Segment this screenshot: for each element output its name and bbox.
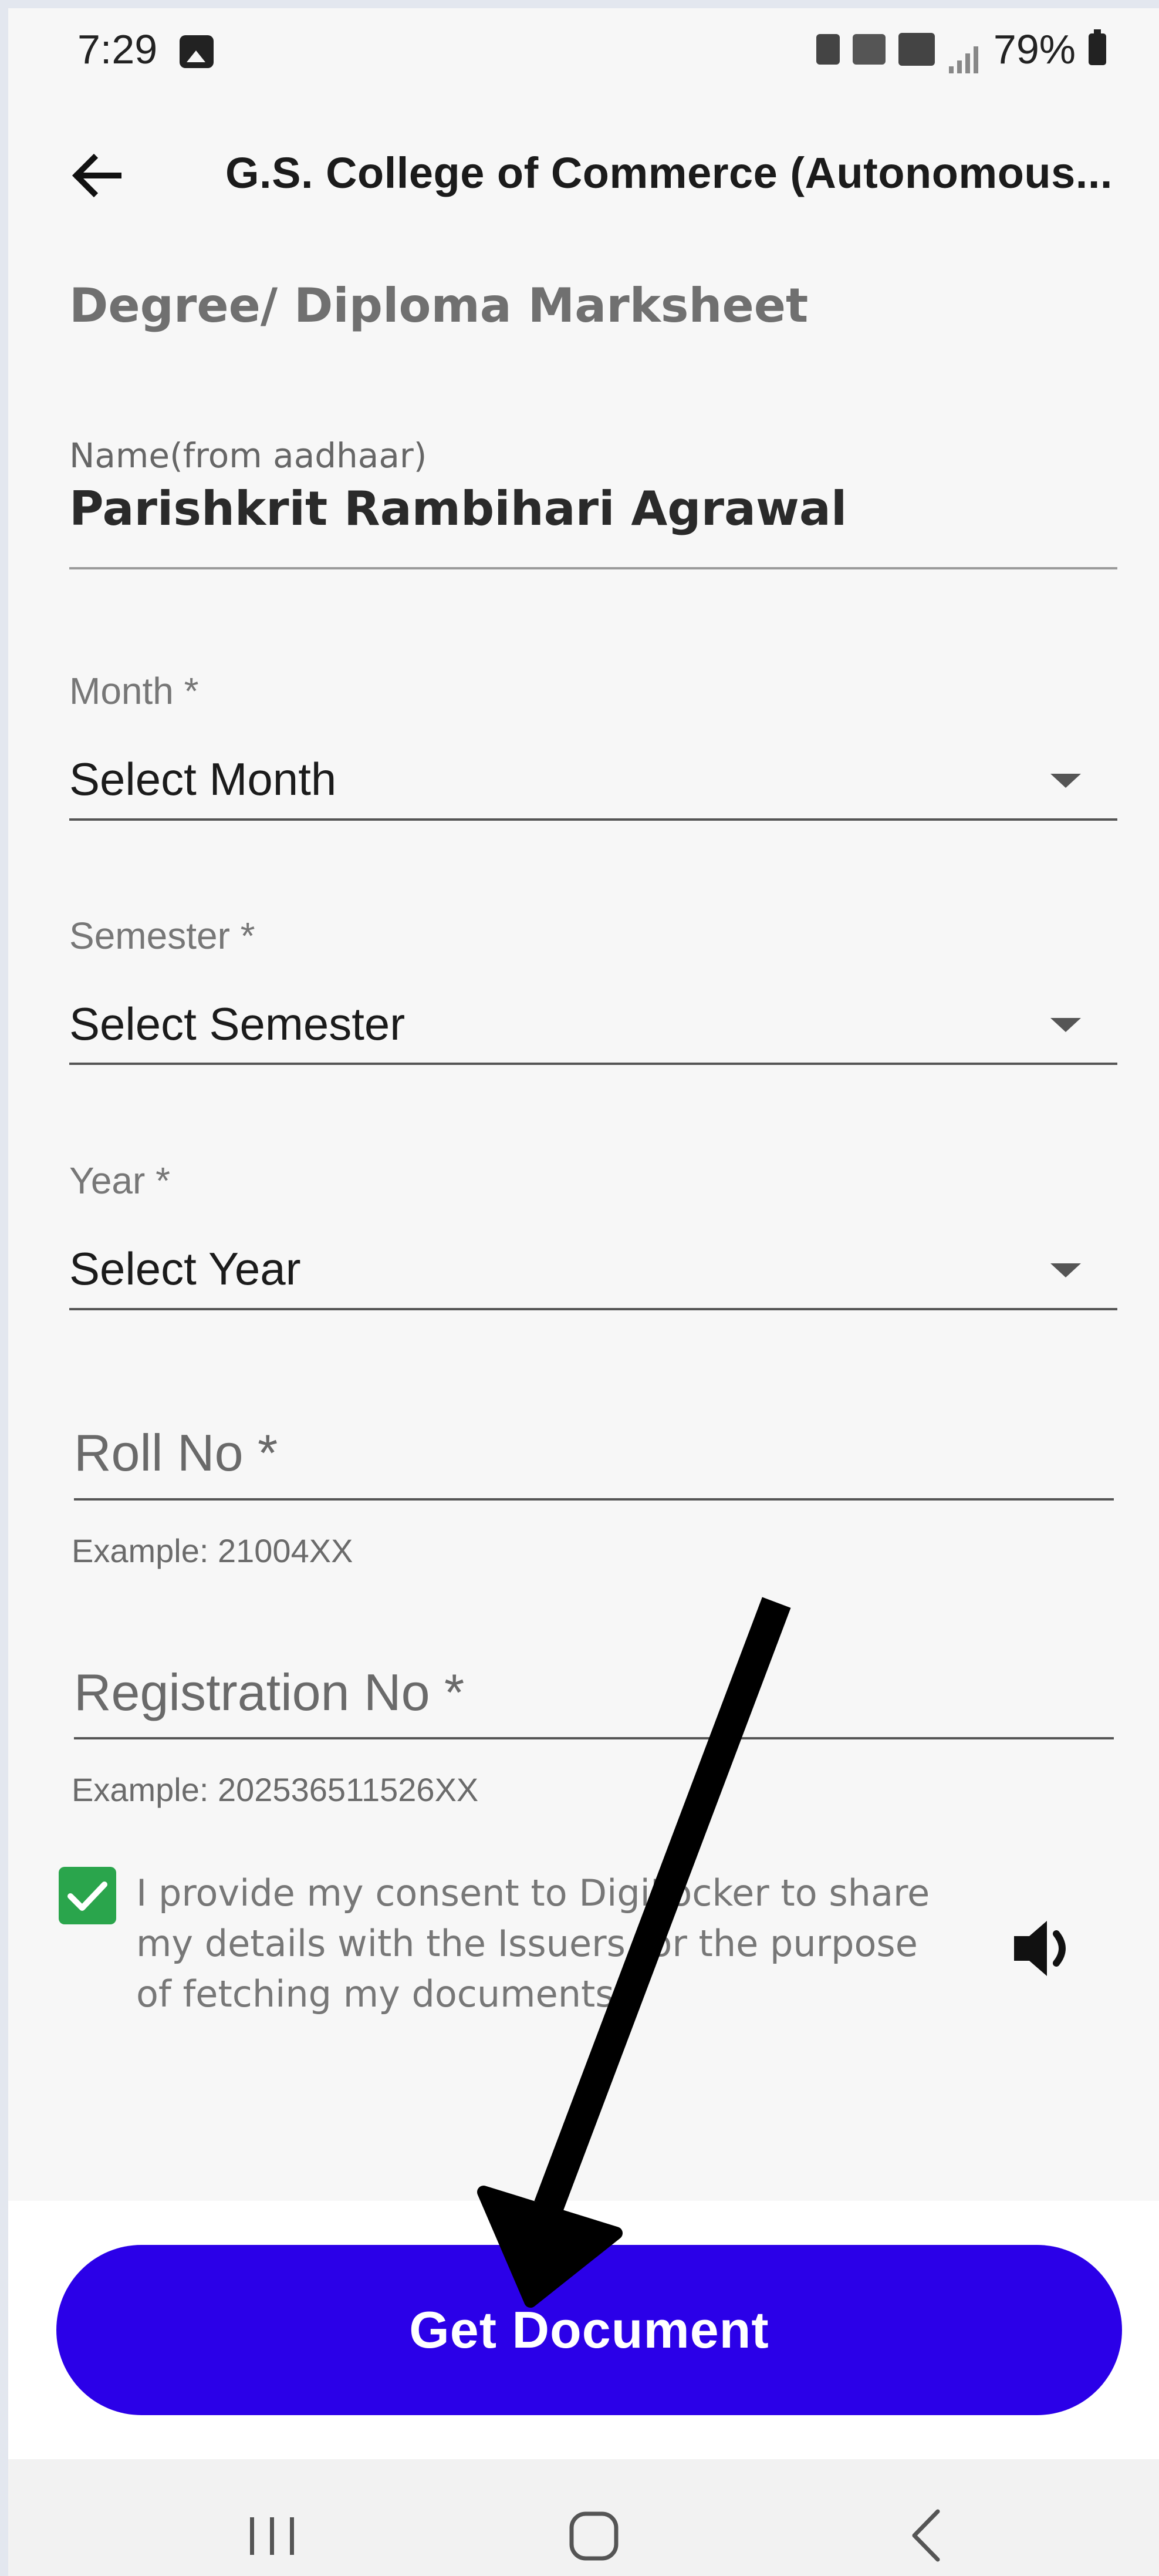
registration-no-underline [74,1737,1114,1739]
name-value: Parishkrit Rambihari Agrawal [69,481,847,536]
chevron-down-icon[interactable] [1050,774,1081,788]
month-underline [69,818,1117,821]
home-icon[interactable] [565,2507,623,2565]
sim-icon [816,34,840,65]
name-caption: Name(from aadhaar) [69,436,427,476]
get-document-button[interactable]: Get Document [56,2245,1122,2415]
consent-checkbox[interactable] [59,1867,116,1924]
month-label: Month * [69,670,199,712]
network-5g-icon [898,33,935,66]
battery-percent: 79% [993,26,1076,72]
semester-underline [69,1063,1117,1065]
section-title: Degree/ Diploma Marksheet [69,278,809,333]
chevron-down-icon[interactable] [1050,1018,1081,1032]
semester-value[interactable]: Select Semester [69,997,405,1051]
chevron-down-icon[interactable] [1050,1263,1081,1277]
recent-apps-icon[interactable] [243,2507,302,2565]
checkmark-icon [67,1882,107,1911]
roll-no-helper: Example: 21004XX [72,1532,353,1569]
year-value[interactable]: Select Year [69,1242,301,1296]
app-screen: 7:29 79% G.S. College of Commerce (Auton… [8,8,1159,2576]
volte-icon [852,34,886,65]
roll-no-input[interactable]: Roll No * [74,1423,278,1483]
year-label: Year * [69,1159,170,1202]
gallery-notification-icon [180,35,214,68]
battery-icon [1089,29,1106,65]
app-title: G.S. College of Commerce (Autonomous... [225,149,1113,197]
status-bar-right: 79% [816,26,1106,73]
registration-no-input[interactable]: Registration No * [74,1663,464,1722]
name-underline [69,567,1117,569]
semester-label: Semester * [69,915,255,957]
back-arrow-icon[interactable] [65,143,129,208]
status-time: 7:29 [77,26,158,72]
registration-no-helper: Example: 202536511526XX [72,1771,479,1808]
roll-no-underline [74,1498,1114,1501]
speaker-icon[interactable] [1006,1910,1082,1987]
signal-icon [948,36,981,73]
month-value[interactable]: Select Month [69,753,336,806]
year-underline [69,1308,1117,1310]
consent-text: I provide my consent to DigiLocker to sh… [136,1872,930,2015]
nav-back-icon[interactable] [900,2503,953,2568]
